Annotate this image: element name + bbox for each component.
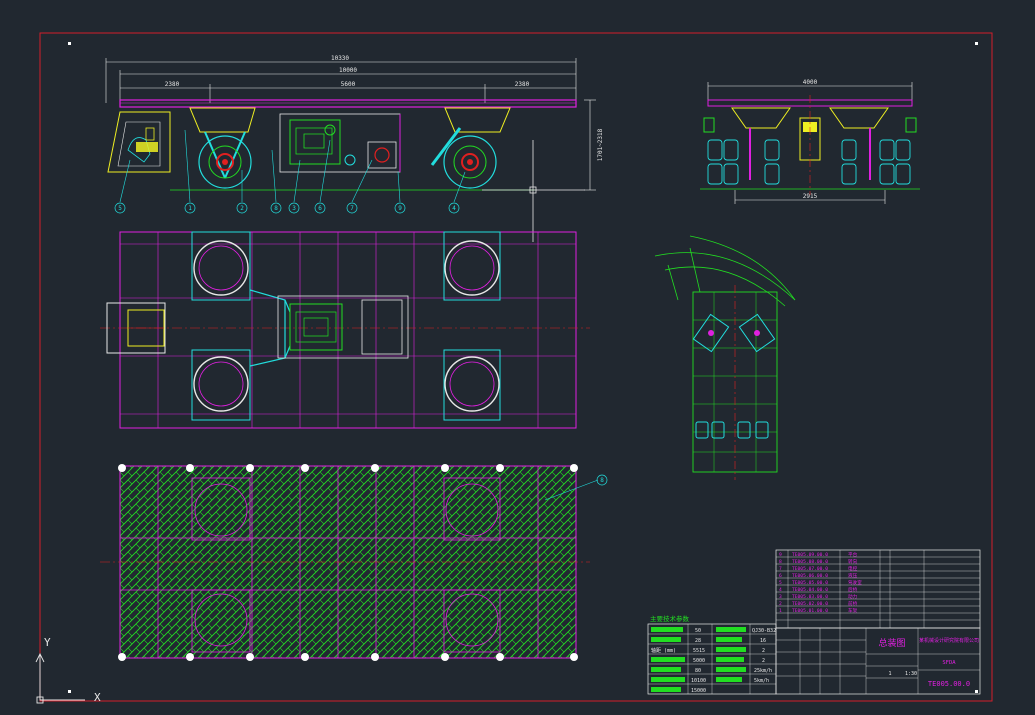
height-dim: 1701~2318 (597, 128, 604, 161)
svg-text:9: 9 (398, 205, 402, 212)
svg-text:4: 4 (779, 587, 782, 593)
svg-text:2: 2 (762, 648, 765, 654)
cab (107, 111, 171, 173)
svg-text:50: 50 (695, 628, 701, 634)
parts-list-table[interactable]: 9 TE005.09.00.0 平台 8 TE005.08.00.0 转向 7 … (775, 549, 981, 629)
svg-text:3: 3 (292, 205, 296, 212)
svg-text:转向: 转向 (848, 558, 858, 565)
right-span-dim: 2380 (515, 81, 530, 88)
platform-balloon-label: 8 (600, 477, 604, 484)
middle-span-dim: 5600 (341, 81, 356, 88)
end-view[interactable]: 4000 2915 (700, 79, 920, 204)
svg-text:1: 1 (779, 608, 782, 614)
steering-wheel-hubs (708, 330, 760, 336)
svg-text:2: 2 (762, 658, 765, 664)
svg-text:电控: 电控 (848, 565, 858, 572)
power-pack (279, 113, 401, 173)
title-block[interactable]: 总装图 某机械设计研究院有限公司 SFDA TE005.00.0 1 1:30 (775, 627, 981, 695)
svg-text:3: 3 (779, 594, 782, 600)
svg-text:5km/h: 5km/h (754, 678, 769, 684)
svg-text:15000: 15000 (691, 688, 706, 694)
steering-detail-view[interactable] (654, 235, 796, 480)
svg-text:驾驶室: 驾驶室 (848, 579, 862, 586)
svg-text:动力: 动力 (848, 593, 858, 600)
svg-text:80: 80 (695, 668, 701, 674)
cad-drawing-canvas[interactable]: 10330 10000 2380 5600 2380 1701~2318 5 1… (0, 0, 1035, 715)
end-width-dim: 4000 (803, 79, 818, 86)
steering-arcs (654, 235, 796, 307)
svg-text:4: 4 (452, 205, 456, 212)
ucs-axis-icon (35, 652, 85, 704)
svg-text:TE005.01.00.0: TE005.01.00.0 (792, 608, 828, 614)
main-length-dim: 10000 (339, 67, 357, 74)
svg-text:后桥: 后桥 (848, 586, 858, 593)
svg-text:TE005.03.00.0: TE005.03.00.0 (792, 594, 828, 600)
svg-text:QJ30-B32: QJ30-B32 (752, 628, 776, 634)
side-dimensions (105, 58, 596, 191)
left-span-dim: 2380 (165, 81, 180, 88)
svg-text:5000: 5000 (693, 658, 705, 664)
svg-text:25km/h: 25km/h (754, 668, 772, 674)
plan-frame-outline (119, 231, 577, 429)
company-name: 某机械设计研究院有限公司 (919, 637, 979, 644)
svg-text:TE005.07.00.0: TE005.07.00.0 (792, 566, 828, 572)
svg-text:TE005.04.00.0: TE005.04.00.0 (792, 587, 828, 593)
svg-text:TE005.02.00.0: TE005.02.00.0 (792, 601, 828, 607)
platform-view[interactable]: 8 (100, 464, 608, 661)
svg-text:TE005.06.00.0: TE005.06.00.0 (792, 573, 828, 579)
drawing-scale: 1:30 (905, 671, 917, 677)
svg-text:2: 2 (779, 601, 782, 607)
crosshair-cursor-icon (482, 140, 585, 242)
plan-view[interactable] (100, 231, 590, 429)
deck-beam (119, 99, 577, 108)
part-no: 9 (779, 552, 782, 558)
ucs-y-label: Y (44, 636, 51, 649)
svg-text:1: 1 (188, 205, 192, 212)
tech-parameters-table[interactable]: 主要技术参数 50 QJ30-B32 28 16 轴距 (mm) 5515 2 … (647, 614, 777, 695)
svg-text:16: 16 (760, 638, 766, 644)
cab-plan (106, 302, 166, 354)
overall-length-dim: 10330 (331, 55, 349, 62)
svg-text:车架: 车架 (848, 607, 858, 614)
tech-table-title: 主要技术参数 (650, 614, 690, 623)
side-balloons (114, 202, 460, 214)
sheet-number: 1 (888, 671, 891, 677)
svg-text:液压: 液压 (848, 572, 858, 579)
svg-text:5515: 5515 (693, 648, 705, 654)
power-pack-plan (277, 295, 409, 359)
drawing-title: 总装图 (878, 637, 905, 649)
svg-text:5: 5 (118, 205, 122, 212)
svg-text:6: 6 (318, 205, 322, 212)
svg-text:轴距 (mm): 轴距 (mm) (651, 647, 676, 654)
svg-text:2: 2 (240, 205, 244, 212)
plan-grid (120, 232, 576, 428)
svg-text:TE005.08.00.0: TE005.08.00.0 (792, 559, 828, 565)
side-view[interactable]: 10330 10000 2380 5600 2380 1701~2318 5 1… (105, 55, 604, 214)
part-code: TE005.09.00.0 (792, 552, 828, 558)
ucs-x-label: X (94, 691, 101, 704)
svg-text:8: 8 (779, 559, 782, 565)
svg-text:7: 7 (350, 205, 354, 212)
svg-text:前桥: 前桥 (848, 600, 858, 607)
front-wheel-assembly (189, 107, 256, 189)
svg-text:5: 5 (779, 580, 782, 586)
svg-text:28: 28 (695, 638, 701, 644)
side-leaders (119, 129, 466, 203)
end-wheels (707, 139, 911, 185)
svg-text:6: 6 (779, 573, 782, 579)
svg-text:8: 8 (274, 205, 278, 212)
part-name: 平台 (848, 551, 858, 558)
drawing-number: TE005.00.0 (928, 680, 970, 688)
svg-text:7: 7 (779, 566, 782, 572)
project-stage: SFDA (942, 660, 956, 666)
side-balloon-labels: 5 1 2 8 3 6 7 9 4 (118, 205, 456, 212)
svg-text:TE005.05.00.0: TE005.05.00.0 (792, 580, 828, 586)
rear-wheel-assembly (430, 107, 511, 189)
plan-wheels (191, 231, 501, 421)
svg-text:10100: 10100 (691, 678, 706, 684)
